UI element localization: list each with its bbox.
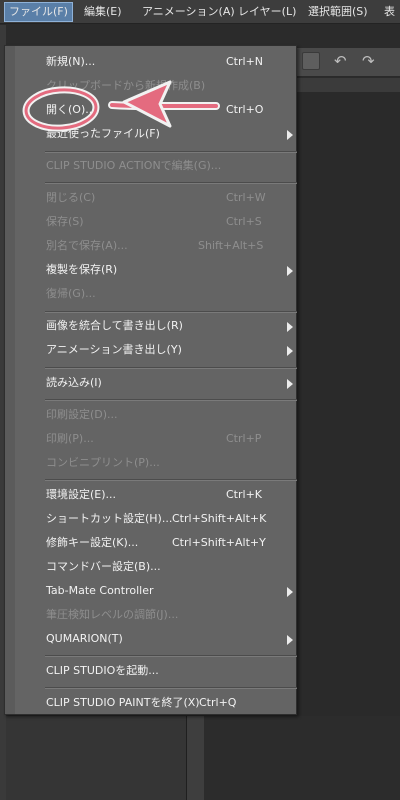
- menubar-layer[interactable]: レイヤー(L): [234, 2, 300, 22]
- close-shortcut: Ctrl+W: [226, 191, 266, 204]
- open-shortcut: Ctrl+O: [226, 103, 264, 116]
- submenu-arrow-icon: [287, 322, 293, 332]
- print-item: 印刷(P)... Ctrl+P: [15, 427, 296, 451]
- launch-clip-studio-label: CLIP STUDIOを起動...: [46, 664, 159, 677]
- open-label: 開く(O)...: [46, 103, 96, 116]
- undo-icon[interactable]: ↶: [334, 51, 347, 71]
- new-from-clipboard-label: クリップボードから新規作成(B): [46, 79, 206, 92]
- menu-separator: [45, 151, 297, 153]
- lower-left-panel: [6, 716, 186, 800]
- redo-icon[interactable]: ↷: [362, 51, 375, 71]
- submenu-arrow-icon: [287, 379, 293, 389]
- export-single-layer-label: 画像を統合して書き出し(R): [46, 319, 183, 332]
- file-menu-dropdown: 新規(N)... Ctrl+N クリップボードから新規作成(B) 開く(O)..…: [4, 45, 297, 715]
- launch-clip-studio-item[interactable]: CLIP STUDIOを起動...: [15, 659, 296, 683]
- adjust-pen-pressure-item: 筆圧検知レベルの調節(J)...: [15, 603, 296, 627]
- preferences-shortcut: Ctrl+K: [226, 488, 263, 501]
- qumarion-label: QUMARION(T): [46, 632, 123, 645]
- revert-item: 復帰(G)...: [15, 282, 296, 306]
- tab-mate-controller-label: Tab-Mate Controller: [46, 584, 154, 597]
- shortcut-settings-item[interactable]: ショートカット設定(H)... Ctrl+Shift+Alt+K: [15, 507, 296, 531]
- menu-bar: ファイル(F) 編集(E) アニメーション(A) レイヤー(L) 選択範囲(S)…: [0, 0, 400, 24]
- lower-right-panel: [204, 716, 400, 800]
- menubar-file[interactable]: ファイル(F): [4, 2, 73, 22]
- menu-separator: [45, 687, 297, 689]
- command-bar-settings-label: コマンドバー設定(B)...: [46, 560, 161, 573]
- command-bar: ↶ ↷: [296, 48, 400, 77]
- close-item: 閉じる(C) Ctrl+W: [15, 186, 296, 210]
- export-animation-label: アニメーション書き出し(Y): [46, 343, 182, 356]
- menu-separator: [45, 655, 297, 657]
- modifier-key-settings-label: 修飾キー設定(K)...: [46, 536, 139, 549]
- save-duplicate-item[interactable]: 複製を保存(R): [15, 258, 296, 282]
- edit-in-clip-studio-action-item: CLIP STUDIO ACTIONで編集(G)...: [15, 154, 296, 178]
- save-as-shortcut: Shift+Alt+S: [198, 239, 264, 252]
- menu-separator: [45, 182, 297, 184]
- modifier-key-settings-item[interactable]: 修飾キー設定(K)... Ctrl+Shift+Alt+Y: [15, 531, 296, 555]
- exit-label: CLIP STUDIO PAINTを終了(X): [46, 696, 200, 709]
- qumarion-item[interactable]: QUMARION(T): [15, 627, 296, 651]
- print-settings-label: 印刷設定(D)...: [46, 408, 118, 421]
- exit-item[interactable]: CLIP STUDIO PAINTを終了(X) Ctrl+Q: [15, 691, 296, 715]
- submenu-arrow-icon: [287, 635, 293, 645]
- save-shortcut: Ctrl+S: [226, 215, 262, 228]
- submenu-arrow-icon: [287, 266, 293, 276]
- save-icon[interactable]: [302, 52, 320, 70]
- save-as-label: 別名で保存(A)...: [46, 239, 128, 252]
- export-single-layer-item[interactable]: 画像を統合して書き出し(R): [15, 314, 296, 338]
- recent-files-label: 最近使ったファイル(F): [46, 127, 160, 140]
- menubar-view[interactable]: 表: [380, 2, 399, 22]
- print-label: 印刷(P)...: [46, 432, 94, 445]
- menubar-selection[interactable]: 選択範囲(S): [304, 2, 372, 22]
- convenience-store-print-item: コンビニプリント(P)...: [15, 451, 296, 475]
- menubar-edit[interactable]: 編集(E): [80, 2, 126, 22]
- adjust-pen-pressure-label: 筆圧検知レベルの調節(J)...: [46, 608, 179, 621]
- new-label: 新規(N)...: [46, 55, 96, 68]
- menu-icon-gutter: [5, 46, 15, 714]
- tab-mate-controller-item[interactable]: Tab-Mate Controller: [15, 579, 296, 603]
- save-item: 保存(S) Ctrl+S: [15, 210, 296, 234]
- exit-shortcut: Ctrl+Q: [199, 696, 237, 709]
- save-label: 保存(S): [46, 215, 84, 228]
- menu-separator: [45, 367, 297, 369]
- canvas-area: [296, 92, 400, 800]
- import-label: 読み込み(I): [46, 376, 102, 389]
- menubar-animation[interactable]: アニメーション(A): [138, 2, 239, 22]
- submenu-arrow-icon: [287, 130, 293, 140]
- panel-splitter[interactable]: [186, 716, 206, 800]
- revert-label: 復帰(G)...: [46, 287, 96, 300]
- canvas-tab-strip: [296, 78, 400, 93]
- menu-separator: [45, 311, 297, 313]
- menu-separator: [45, 479, 297, 481]
- shortcut-settings-label: ショートカット設定(H)...: [46, 512, 173, 525]
- menu-separator: [45, 399, 297, 401]
- command-bar-settings-item[interactable]: コマンドバー設定(B)...: [15, 555, 296, 579]
- new-item[interactable]: 新規(N)... Ctrl+N: [15, 50, 296, 74]
- recent-files-item[interactable]: 最近使ったファイル(F): [15, 122, 296, 146]
- preferences-item[interactable]: 環境設定(E)... Ctrl+K: [15, 483, 296, 507]
- submenu-arrow-icon: [287, 587, 293, 597]
- new-from-clipboard-item: クリップボードから新規作成(B): [15, 74, 296, 98]
- print-shortcut: Ctrl+P: [226, 432, 262, 445]
- submenu-arrow-icon: [287, 346, 293, 356]
- shortcut-settings-shortcut: Ctrl+Shift+Alt+K: [172, 512, 267, 525]
- convenience-store-print-label: コンビニプリント(P)...: [46, 456, 160, 469]
- new-shortcut: Ctrl+N: [226, 55, 264, 68]
- import-item[interactable]: 読み込み(I): [15, 371, 296, 395]
- open-item[interactable]: 開く(O)... Ctrl+O: [15, 98, 296, 122]
- modifier-key-settings-shortcut: Ctrl+Shift+Alt+Y: [172, 536, 266, 549]
- edit-in-clip-studio-action-label: CLIP STUDIO ACTIONで編集(G)...: [46, 159, 222, 172]
- print-settings-item: 印刷設定(D)...: [15, 403, 296, 427]
- export-animation-item[interactable]: アニメーション書き出し(Y): [15, 338, 296, 362]
- save-duplicate-label: 複製を保存(R): [46, 263, 118, 276]
- save-as-item: 別名で保存(A)... Shift+Alt+S: [15, 234, 296, 258]
- preferences-label: 環境設定(E)...: [46, 488, 117, 501]
- close-label: 閉じる(C): [46, 191, 96, 204]
